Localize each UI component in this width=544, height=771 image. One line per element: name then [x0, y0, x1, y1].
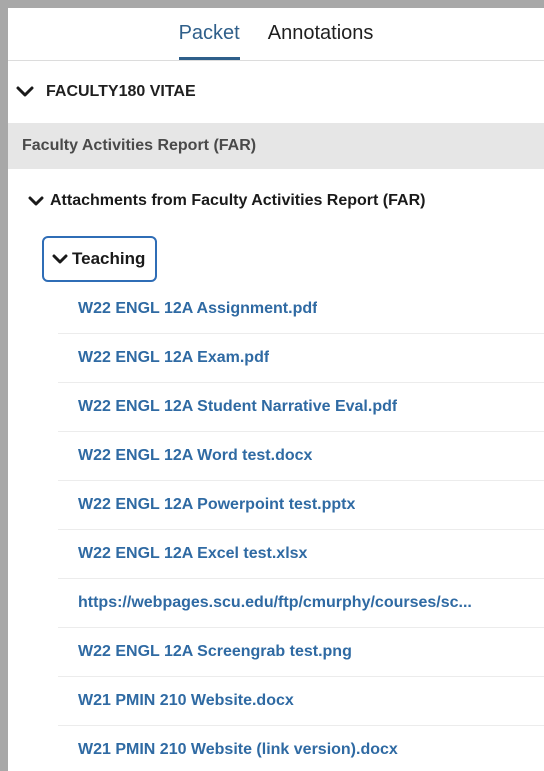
file-link-text: W22 ENGL 12A Student Narrative Eval.pdf	[78, 398, 398, 415]
chevron-down-icon	[52, 251, 68, 267]
file-link-text: https://webpages.scu.edu/ftp/cmurphy/cou…	[78, 594, 472, 611]
file-link-text: W22 ENGL 12A Assignment.pdf	[78, 300, 318, 317]
chevron-down-icon	[14, 84, 36, 100]
file-link[interactable]: W22 ENGL 12A Student Narrative Eval.pdf	[58, 383, 544, 432]
file-link-text: W22 ENGL 12A Exam.pdf	[78, 349, 270, 366]
group-title: Attachments from Faculty Activities Repo…	[50, 192, 426, 209]
file-link-text: W21 PMIN 210 Website (link version).docx	[78, 741, 398, 758]
folder-row: Teaching	[8, 233, 544, 285]
chevron-down-icon	[28, 193, 44, 209]
file-link-text: W22 ENGL 12A Powerpoint test.pptx	[78, 496, 356, 513]
section-title: FACULTY180 VITAE	[46, 83, 196, 100]
file-link[interactable]: W21 PMIN 210 Website (link version).docx	[58, 726, 544, 771]
url-link[interactable]: https://webpages.scu.edu/ftp/cmurphy/cou…	[58, 579, 544, 628]
folder-title: Teaching	[72, 249, 146, 268]
file-link[interactable]: W22 ENGL 12A Powerpoint test.pptx	[58, 481, 544, 530]
packet-panel: Packet Annotations FACULTY180 VITAE Facu…	[8, 8, 544, 771]
file-link-text: W22 ENGL 12A Screengrab test.png	[78, 643, 352, 660]
file-link[interactable]: W22 ENGL 12A Screengrab test.png	[58, 628, 544, 677]
file-link-text: W21 PMIN 210 Website.docx	[78, 692, 294, 709]
file-link[interactable]: W22 ENGL 12A Exam.pdf	[58, 334, 544, 383]
subheader-title: Faculty Activities Report (FAR)	[22, 137, 257, 154]
file-link[interactable]: W22 ENGL 12A Excel test.xlsx	[58, 530, 544, 579]
file-link[interactable]: W22 ENGL 12A Assignment.pdf	[58, 285, 544, 334]
file-link-text: W22 ENGL 12A Word test.docx	[78, 447, 313, 464]
subheader-far: Faculty Activities Report (FAR)	[8, 123, 544, 169]
section-faculty180-vitae[interactable]: FACULTY180 VITAE	[8, 61, 544, 123]
folder-teaching-button[interactable]: Teaching	[42, 236, 158, 282]
tab-packet[interactable]: Packet	[178, 8, 240, 60]
file-list: W22 ENGL 12A Assignment.pdf W22 ENGL 12A…	[8, 285, 544, 771]
tab-bar: Packet Annotations	[8, 8, 544, 61]
file-link-text: W22 ENGL 12A Excel test.xlsx	[78, 545, 308, 562]
file-link[interactable]: W21 PMIN 210 Website.docx	[58, 677, 544, 726]
group-attachments-far[interactable]: Attachments from Faculty Activities Repo…	[8, 169, 544, 233]
file-link[interactable]: W22 ENGL 12A Word test.docx	[58, 432, 544, 481]
tab-annotations[interactable]: Annotations	[268, 8, 374, 45]
